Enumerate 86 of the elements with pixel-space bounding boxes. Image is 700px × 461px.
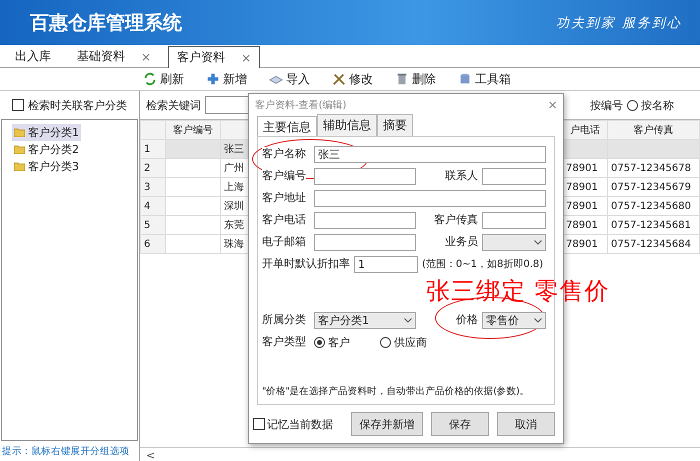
- toolbox-icon: [458, 72, 472, 86]
- dropdown-field[interactable]: 客户分类1: [314, 312, 416, 328]
- folder-icon: [14, 145, 25, 154]
- input-field[interactable]: [314, 212, 416, 228]
- note-text: "价格"是在选择产品资料时，自动带出产品价格的依据(参数)。: [262, 386, 530, 398]
- field-label: 客户地址: [262, 191, 306, 205]
- radio-option[interactable]: 供应商: [380, 334, 427, 350]
- checkbox[interactable]: [12, 99, 24, 111]
- row-number: 5: [140, 216, 166, 234]
- table-cell: 0757-12345680: [608, 196, 700, 216]
- radio-option[interactable]: 按名称: [627, 98, 674, 112]
- row-number: 1: [140, 140, 166, 158]
- table-header-cell: 户电话: [562, 120, 608, 140]
- row-number: 2: [140, 158, 166, 178]
- app-title: 百惠仓库管理系统: [30, 10, 182, 36]
- input-field[interactable]: [314, 190, 546, 206]
- toolbar-button[interactable]: 新增: [206, 70, 247, 88]
- tab[interactable]: 主要信息: [257, 116, 317, 136]
- add-icon: [206, 72, 220, 86]
- radio-label: 按编号: [590, 98, 623, 112]
- dialog-title: 客户资料-查看(编辑): [255, 98, 346, 112]
- close-icon[interactable]: ×: [141, 50, 152, 64]
- checkbox-label: 检索时关联客户分类: [28, 98, 127, 112]
- search-label: 检索关键词: [146, 98, 201, 112]
- input-field[interactable]: [314, 234, 416, 250]
- dialog-button[interactable]: 保存: [431, 412, 489, 436]
- tree-item[interactable]: 客户分类2: [12, 141, 81, 158]
- toolbar-button[interactable]: 修改: [332, 70, 373, 88]
- dialog-button[interactable]: 保存并新增: [351, 412, 423, 436]
- table-header-cell: 客户编号: [166, 120, 220, 140]
- folder-icon: [14, 128, 25, 137]
- field-label: 业务员: [445, 235, 478, 249]
- chevron-icon: [534, 240, 542, 244]
- field-label: 客户编号: [262, 169, 306, 183]
- tree-item[interactable]: 客户分类3: [12, 158, 81, 175]
- delete-icon: [395, 72, 409, 86]
- field-label: 客户名称: [262, 147, 306, 161]
- field-label: 联系人: [445, 169, 478, 183]
- row-number: 6: [140, 234, 166, 254]
- toolbar-button[interactable]: 导入: [269, 70, 310, 88]
- tree-item[interactable]: 客户分类1: [12, 124, 81, 141]
- chevron-icon: [404, 318, 412, 322]
- table-cell: 0757-12345679: [608, 178, 700, 196]
- input-field[interactable]: [482, 168, 546, 184]
- row-number: 4: [140, 196, 166, 216]
- tab[interactable]: 基础资料 ×: [68, 45, 160, 67]
- table-cell: 0757-12345684: [608, 234, 700, 254]
- annotation-text: 张三绑定 零售价: [426, 277, 610, 305]
- toolbar-button[interactable]: 工具箱: [458, 70, 511, 88]
- hint-text: 提示：鼠标右键展开分组选项: [1, 445, 130, 459]
- scrollbar[interactable]: <: [140, 447, 700, 461]
- tab[interactable]: 客户资料 ×: [168, 46, 260, 68]
- edit-icon: [332, 72, 346, 86]
- row-number: 3: [140, 178, 166, 196]
- refresh-icon: [143, 72, 157, 86]
- tab[interactable]: 辅助信息: [317, 114, 377, 136]
- dialog-button[interactable]: 取消: [497, 412, 555, 436]
- close-icon[interactable]: ×: [241, 50, 252, 64]
- radio-option[interactable]: 客户: [314, 334, 350, 350]
- field-label: 价格: [456, 313, 478, 327]
- dropdown-field[interactable]: [482, 234, 546, 250]
- range-hint: (范围：0~1，如8折即0.8): [422, 258, 544, 270]
- field-label: 开单时默认折扣率: [262, 257, 350, 270]
- dropdown-field[interactable]: 零售价: [482, 312, 546, 328]
- tab[interactable]: 出入库: [6, 45, 60, 67]
- input-field[interactable]: [482, 212, 546, 228]
- close-button[interactable]: ×: [548, 96, 557, 114]
- table-cell: 0757-12345681: [608, 216, 700, 234]
- folder-icon: [14, 162, 25, 171]
- field-label: 客户电话: [262, 213, 306, 227]
- input-field[interactable]: 1: [354, 256, 418, 272]
- table-header-cell: 客户传真: [608, 120, 700, 140]
- field-label: 客户传真: [434, 213, 478, 227]
- table-header-cell: [140, 120, 166, 140]
- field-label: 所属分类: [262, 313, 306, 327]
- slogan: 功夫到家 服务到心: [556, 14, 682, 32]
- field-label: 电子邮箱: [262, 235, 306, 249]
- toolbar-button[interactable]: 删除: [395, 70, 436, 88]
- input-field[interactable]: [314, 168, 416, 184]
- field-label: 客户类型: [262, 335, 306, 349]
- input-field[interactable]: 张三: [314, 146, 546, 162]
- checkbox-option[interactable]: 记忆当前数据: [253, 416, 333, 432]
- chevron-icon: [534, 318, 542, 322]
- toolbar-button[interactable]: 刷新: [143, 70, 184, 88]
- table-cell: 0757-12345678: [608, 158, 700, 178]
- tab[interactable]: 摘要: [377, 114, 413, 136]
